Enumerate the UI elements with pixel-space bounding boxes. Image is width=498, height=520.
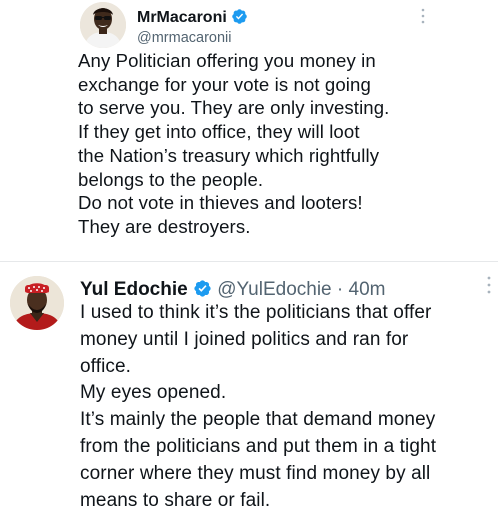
tweet-text: Any Politician offering you money in exc… <box>78 50 390 237</box>
more-vertical-icon[interactable] <box>484 274 494 301</box>
separator-dot: · <box>336 279 344 300</box>
display-name[interactable]: MrMacaroni <box>137 9 227 26</box>
author-handle[interactable]: @mrmacaronii <box>137 30 231 46</box>
tweet-mrmacaroni[interactable]: MrMacaroni @mrmacaronii Any Politician o… <box>0 0 498 262</box>
avatar[interactable] <box>10 276 64 330</box>
avatar-image <box>80 2 126 48</box>
verified-badge-icon <box>194 280 211 297</box>
author-handle[interactable]: @YulEdochie <box>217 279 331 300</box>
tweet-yuledochie[interactable]: Yul Edochie @YulEdochie · 40m I used to … <box>0 262 498 520</box>
avatar[interactable] <box>80 2 126 48</box>
tweet-text: I used to think it’s the politicians tha… <box>80 302 437 511</box>
more-vertical-icon[interactable] <box>418 6 428 31</box>
timestamp[interactable]: 40m <box>349 279 386 300</box>
verified-badge-icon <box>232 9 248 24</box>
display-name[interactable]: Yul Edochie <box>80 279 188 300</box>
author-line: MrMacaroni <box>137 8 248 27</box>
author-line: Yul Edochie @YulEdochie · 40m <box>80 279 386 301</box>
avatar-image <box>10 276 64 330</box>
